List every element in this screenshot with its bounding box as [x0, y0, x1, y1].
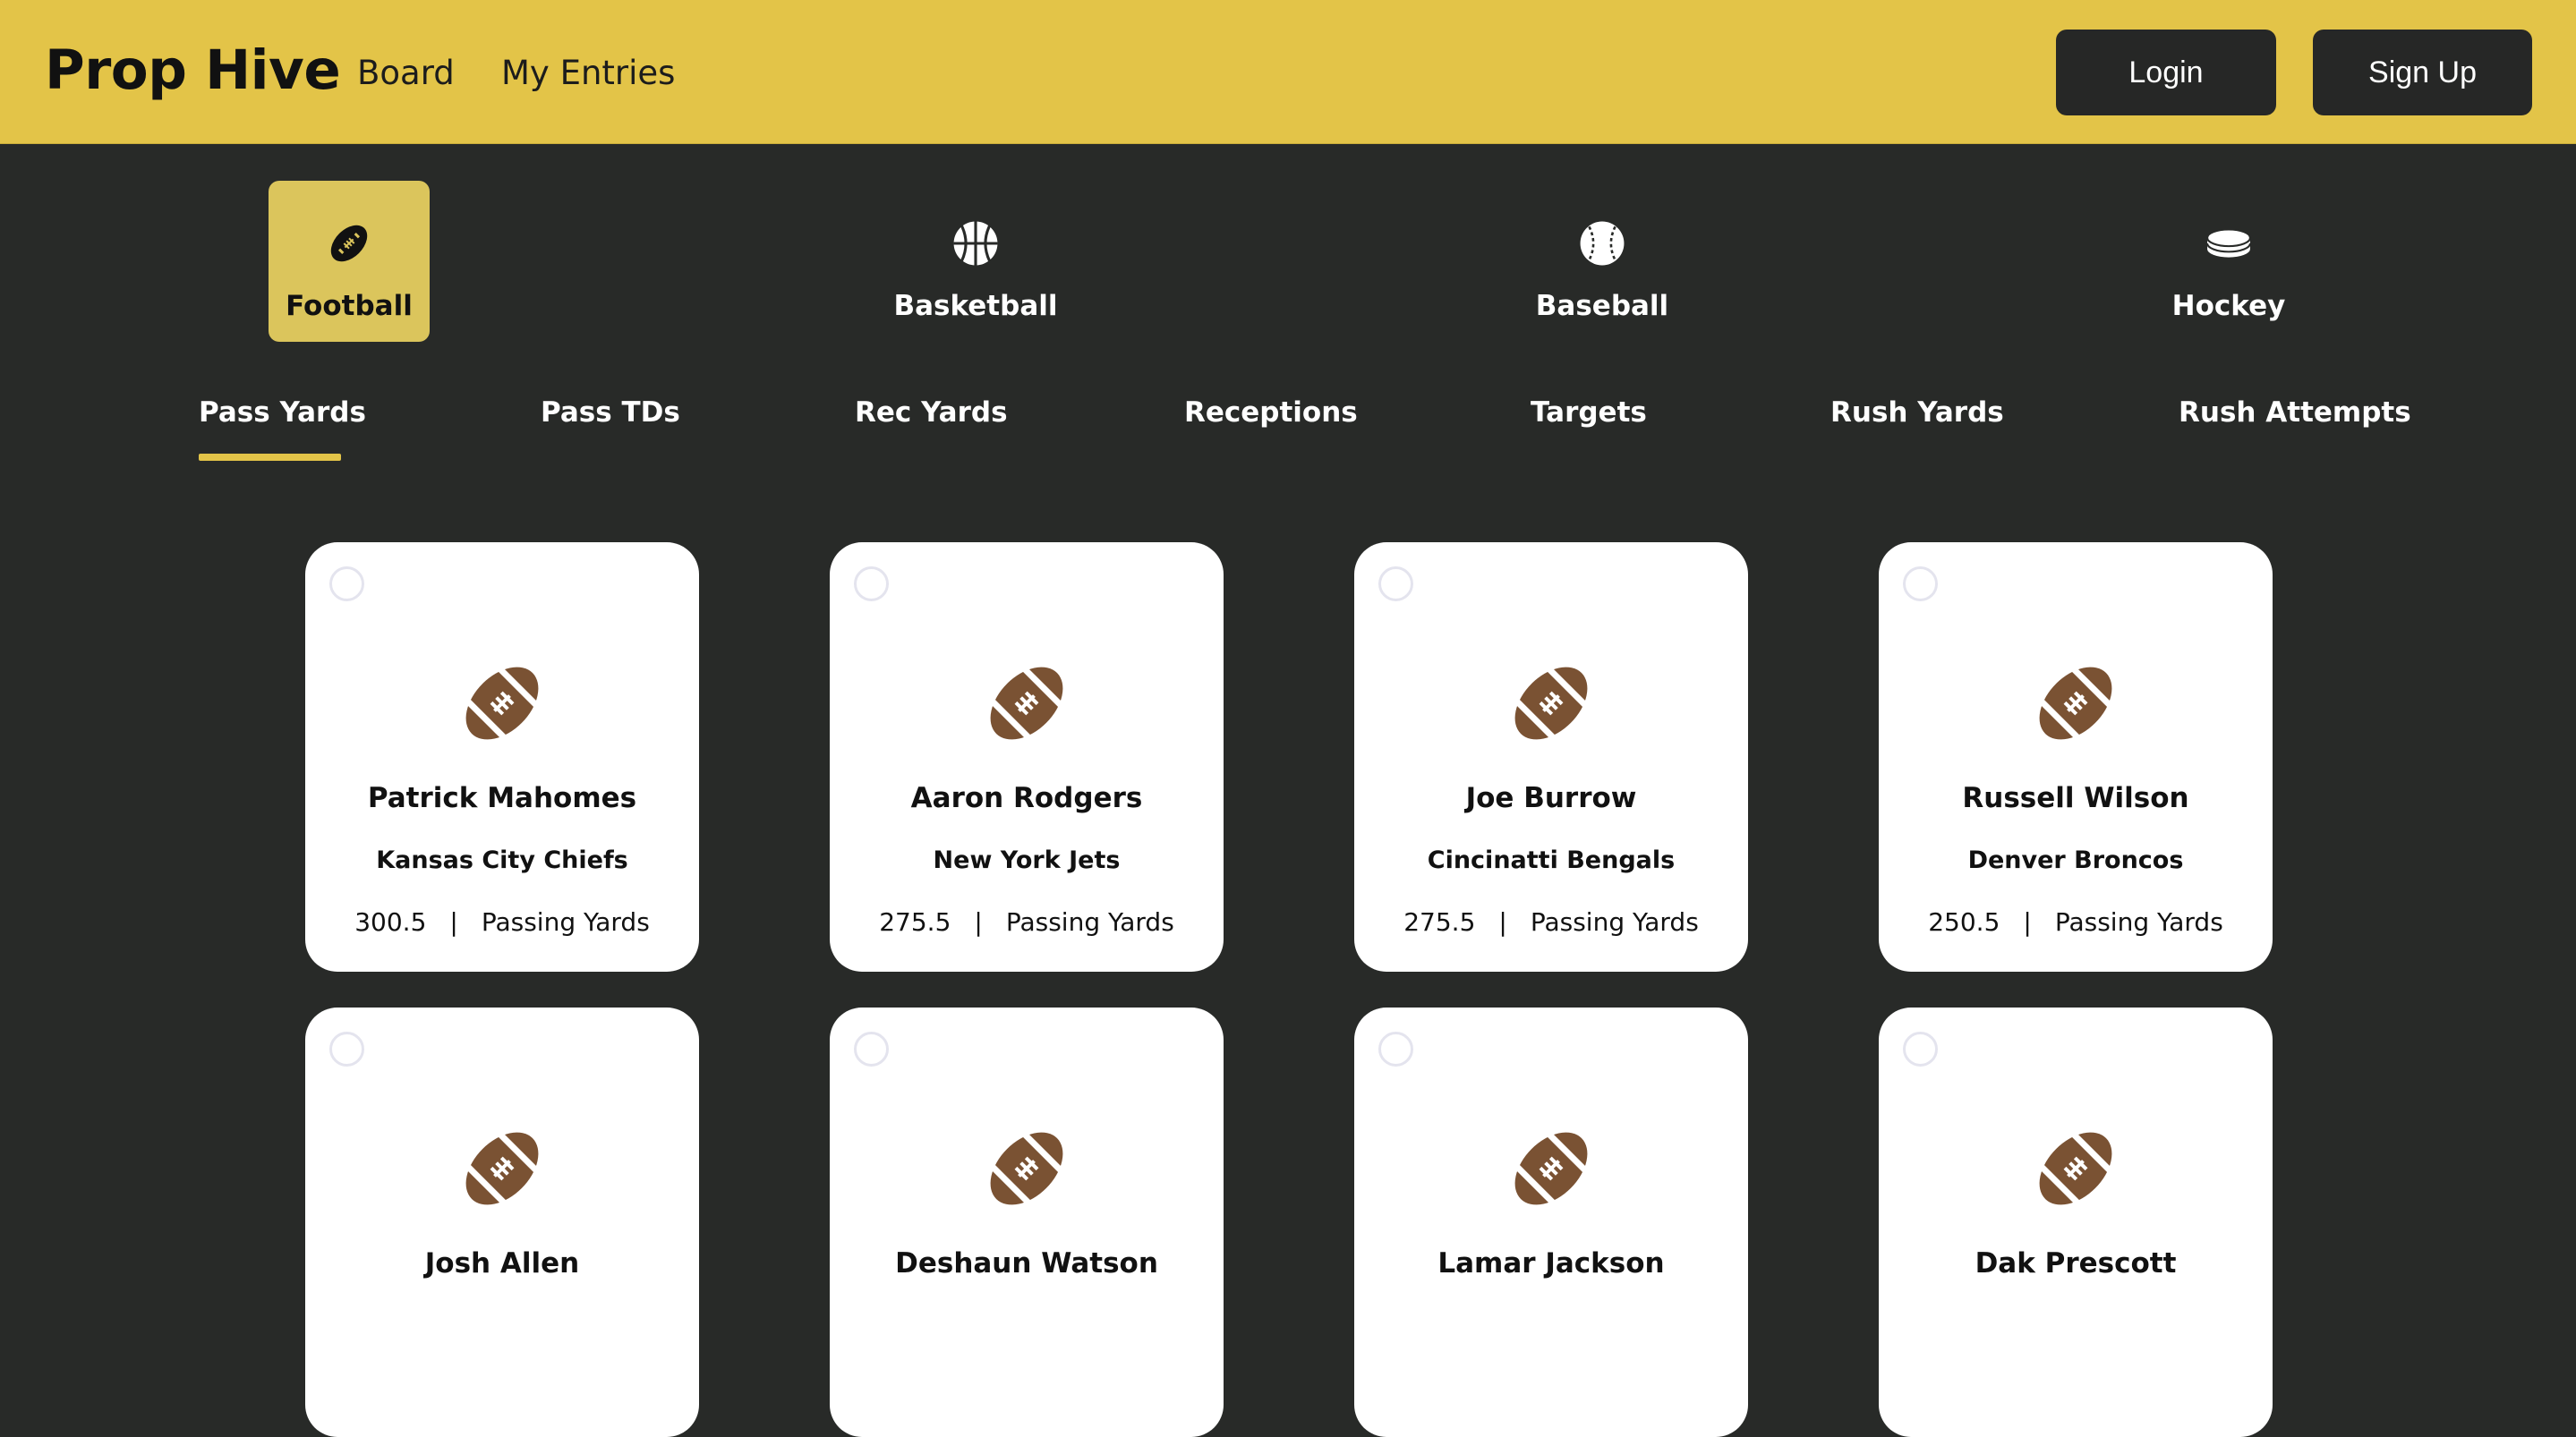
line-value: 275.5 [879, 907, 951, 937]
stat-label: Passing Yards [2054, 907, 2223, 937]
baseball-icon [1579, 220, 1625, 267]
football-icon [2031, 659, 2120, 748]
top-header: Prop Hive Board My Entries Login Sign Up [0, 0, 2576, 144]
player-name: Aaron Rodgers [910, 782, 1143, 814]
player-card[interactable]: Joe Burrow Cincinatti Bengals 275.5 | Pass… [1354, 542, 1748, 972]
basketball-icon [952, 220, 999, 267]
select-radio[interactable] [1903, 566, 1938, 601]
player-name: Dak Prescott [1975, 1247, 2177, 1280]
active-tab-indicator [199, 454, 341, 461]
player-card[interactable]: Patrick Mahomes Kansas City Chiefs 300.5… [305, 542, 699, 972]
select-radio[interactable] [1903, 1032, 1938, 1067]
stat-label: Passing Yards [1005, 907, 1174, 937]
prop-line: 250.5 | Passing Yards [1879, 907, 2273, 937]
team-name: Kansas City Chiefs [376, 846, 628, 874]
select-radio[interactable] [854, 566, 889, 601]
sport-label: Hockey [2171, 290, 2286, 322]
player-card[interactable]: Deshaun Watson [830, 1008, 1224, 1437]
football-icon [1506, 659, 1596, 748]
football-icon [982, 659, 1071, 748]
player-name: Deshaun Watson [895, 1247, 1158, 1280]
team-name: Cincinatti Bengals [1427, 846, 1676, 874]
line-value: 250.5 [1928, 907, 2000, 937]
tab-rush-attempts[interactable]: Rush Attempts [2179, 396, 2411, 429]
stat-label: Passing Yards [1530, 907, 1699, 937]
prop-line: 275.5 | Passing Yards [830, 907, 1224, 937]
sport-label: Football [286, 290, 413, 322]
player-name: Joe Burrow [1465, 782, 1637, 814]
nav-board-link[interactable]: Board [357, 54, 455, 92]
tab-targets[interactable]: Targets [1531, 396, 1647, 429]
player-card[interactable]: Josh Allen [305, 1008, 699, 1437]
sport-tab-baseball[interactable]: Baseball [1513, 181, 1692, 342]
nav-my-entries-link[interactable]: My Entries [501, 54, 675, 92]
player-name: Patrick Mahomes [367, 782, 637, 814]
line-separator: | [974, 907, 983, 937]
football-icon [1506, 1124, 1596, 1213]
select-radio[interactable] [1378, 1032, 1413, 1067]
sport-label: Basketball [893, 290, 1058, 322]
player-name: Josh Allen [424, 1247, 580, 1280]
player-card[interactable]: Russell Wilson Denver Broncos 250.5 | Pass… [1879, 542, 2273, 972]
player-name: Russell Wilson [1962, 782, 2189, 814]
football-icon [2031, 1124, 2120, 1213]
select-radio[interactable] [329, 566, 364, 601]
prop-line: 275.5 | Passing Yards [1354, 907, 1748, 937]
signup-button[interactable]: Sign Up [2313, 30, 2532, 115]
brand-logo[interactable]: Prop Hive [45, 38, 341, 102]
tab-receptions[interactable]: Receptions [1184, 396, 1358, 429]
player-name: Lamar Jackson [1437, 1247, 1665, 1280]
football-icon [457, 659, 547, 748]
tab-rush-yards[interactable]: Rush Yards [1830, 396, 2004, 429]
team-name: Denver Broncos [1967, 846, 2184, 874]
sport-tab-basketball[interactable]: Basketball [886, 181, 1065, 342]
prop-line: 300.5 | Passing Yards [305, 907, 699, 937]
football-icon [982, 1124, 1071, 1213]
select-radio[interactable] [1378, 566, 1413, 601]
sport-tab-football[interactable]: Football [269, 181, 430, 342]
football-icon [457, 1124, 547, 1213]
player-card[interactable]: Dak Prescott [1879, 1008, 2273, 1437]
select-radio[interactable] [329, 1032, 364, 1067]
sport-tab-hockey[interactable]: Hockey [2139, 181, 2318, 342]
team-name: New York Jets [933, 846, 1121, 874]
select-radio[interactable] [854, 1032, 889, 1067]
player-card[interactable]: Aaron Rodgers New York Jets 275.5 | Passin… [830, 542, 1224, 972]
hockey-puck-icon [2205, 220, 2252, 267]
login-button[interactable]: Login [2056, 30, 2276, 115]
line-separator: | [2023, 907, 2032, 937]
football-icon [326, 220, 372, 267]
player-card[interactable]: Lamar Jackson [1354, 1008, 1748, 1437]
line-value: 300.5 [354, 907, 427, 937]
line-value: 275.5 [1403, 907, 1476, 937]
line-separator: | [1498, 907, 1507, 937]
tab-rec-yards[interactable]: Rec Yards [855, 396, 1008, 429]
tab-pass-tds[interactable]: Pass TDs [541, 396, 680, 429]
sport-label: Baseball [1535, 290, 1669, 322]
stat-label: Passing Yards [481, 907, 650, 937]
tab-pass-yards[interactable]: Pass Yards [199, 396, 366, 429]
line-separator: | [449, 907, 458, 937]
